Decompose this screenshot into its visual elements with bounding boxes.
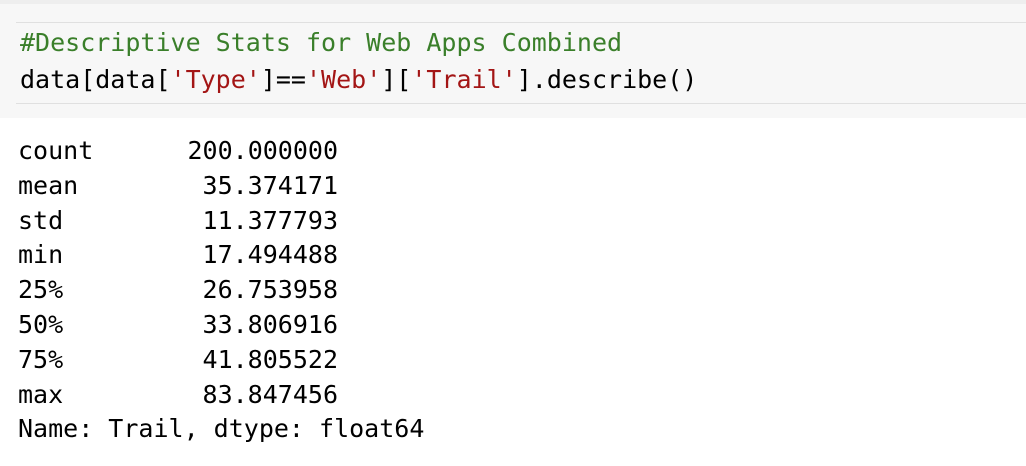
stat-value: 35.374171 xyxy=(202,170,338,200)
code-token: ].describe() xyxy=(516,65,698,94)
stat-label: 25% xyxy=(18,275,64,305)
stat-row-75pct: 75% 41.805522 xyxy=(18,343,424,378)
stat-value: 11.377793 xyxy=(202,205,338,235)
stat-row-25pct: 25% 26.753958 xyxy=(18,273,424,308)
stat-value: 26.753958 xyxy=(202,275,338,305)
stat-value: 200.000000 xyxy=(187,136,338,165)
stat-label: 75% xyxy=(18,344,64,374)
stat-label: max xyxy=(18,379,64,409)
stat-value: 17.494488 xyxy=(202,240,338,270)
code-statement-line: data[data['Type']=='Web']['Trail'].descr… xyxy=(20,61,697,99)
stat-label: 50% xyxy=(18,309,64,339)
stat-row-std: std 11.377793 xyxy=(18,204,424,239)
code-token: data[data[ xyxy=(20,65,171,94)
stat-row-max: max 83.847456 xyxy=(18,378,424,413)
stat-label: mean xyxy=(18,170,79,200)
stat-label: min xyxy=(18,240,64,270)
series-footer: Name: Trail, dtype: float64 xyxy=(18,414,425,444)
stat-row-count: count 200.000000 xyxy=(18,134,424,169)
code-string-token: 'Trail' xyxy=(411,65,517,94)
code-token: ][ xyxy=(381,65,412,94)
stat-row-mean: mean 35.374171 xyxy=(18,169,424,204)
code-string-token: 'Web' xyxy=(305,65,382,94)
stat-value: 41.805522 xyxy=(202,344,338,374)
code-token: ]== xyxy=(260,65,306,94)
stat-row-50pct: 50% 33.806916 xyxy=(18,308,424,343)
stat-value: 33.806916 xyxy=(202,309,338,339)
stat-value: 83.847456 xyxy=(202,379,338,409)
code-comment-line: #Descriptive Stats for Web Apps Combined xyxy=(20,28,623,57)
stat-row-min: min 17.494488 xyxy=(18,238,424,273)
stat-label: count xyxy=(18,136,94,165)
cell-output: count 200.000000 mean 35.374171 std 11.3777… xyxy=(18,134,424,447)
stat-label: std xyxy=(18,205,64,235)
code-string-token: 'Type' xyxy=(170,65,261,94)
